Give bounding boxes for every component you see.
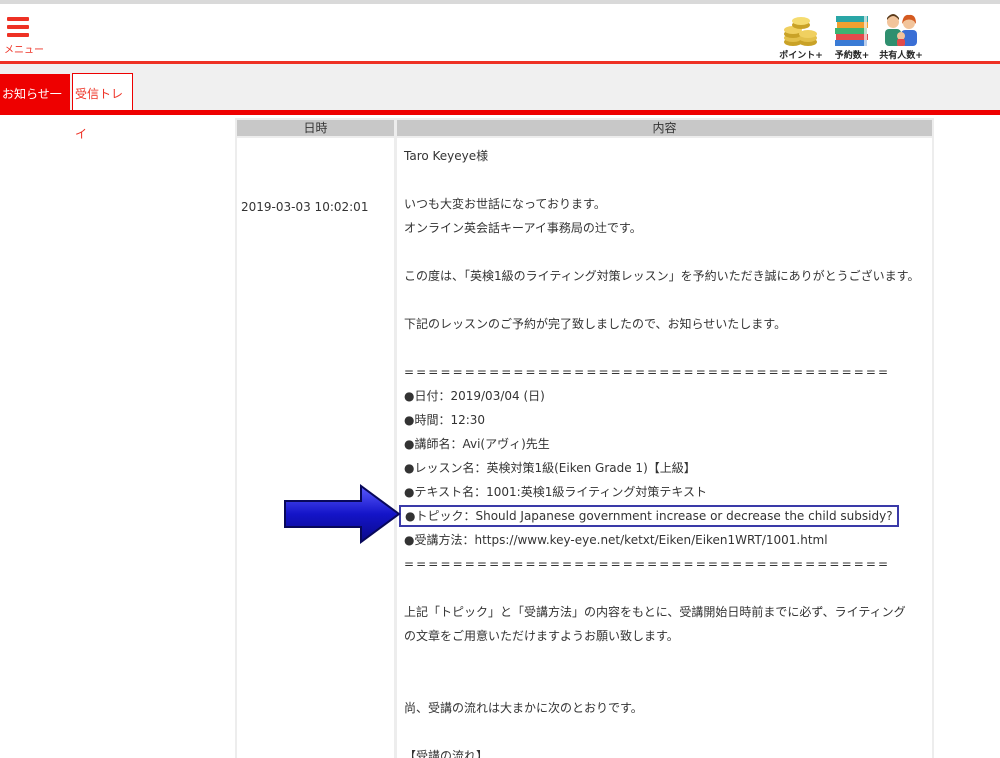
- message-line: オンライン英会話キーアイ事務局の辻です。: [404, 221, 642, 235]
- people-icon: [885, 14, 917, 46]
- message-table: 日時 内容 2019-03-03 10:02:01 Taro Keyeye様 い…: [235, 118, 934, 758]
- arrow-right-icon: [284, 484, 401, 544]
- lesson-method: ●受講方法：https://www.key-eye.net/ketxt/Eike…: [404, 533, 828, 547]
- message-blank: [404, 240, 929, 264]
- tab-bar: お知らせ一覧 受信トレイ: [0, 64, 1000, 141]
- lesson-topic: ●トピック：Should Japanese government increas…: [399, 505, 899, 527]
- lesson-time: ●時間：12:30: [404, 413, 486, 427]
- menu-button[interactable]: メニュー: [4, 14, 46, 58]
- lesson-name: ●レッスン名：英検対策1級(Eiken Grade 1)【上級】: [404, 461, 696, 475]
- lesson-teacher: ●講師名：Avi(アヴィ)先生: [404, 437, 550, 451]
- message-blank: [404, 168, 929, 192]
- tab-notices[interactable]: お知らせ一覧: [0, 74, 70, 141]
- message-line: 尚、受講の流れは大まかに次のとおりです。: [404, 701, 643, 715]
- column-header-date: 日時: [237, 120, 394, 136]
- message-blank: [404, 576, 929, 600]
- date-cell: 2019-03-03 10:02:01: [237, 138, 394, 758]
- message-blank: [404, 336, 929, 360]
- separator-line: ========================================: [404, 557, 891, 571]
- separator-line: ========================================: [404, 365, 891, 379]
- reservations-label: 予約数+: [834, 51, 870, 61]
- content-cell: Taro Keyeye様 いつも大変お世話になっております。 オンライン英会話キ…: [397, 138, 932, 758]
- header-bar: メニュー ポイント+ 予約数+ 共有人数+: [0, 4, 1000, 61]
- lesson-date: ●日付：2019/03/04 (日): [404, 389, 545, 403]
- message-line: 下記のレッスンのご予約が完了致しましたので、お知らせいたします。: [404, 317, 787, 331]
- coins-icon: [784, 17, 817, 46]
- lesson-textbook: ●テキスト名：1001:英検1級ライティング対策テキスト: [404, 485, 708, 499]
- message-line: 【受講の流れ】: [404, 749, 489, 758]
- tab-inbox[interactable]: 受信トレイ: [72, 73, 133, 141]
- shared-users-button[interactable]: 共有人数+: [876, 12, 926, 64]
- menu-label: メニュー: [4, 45, 44, 56]
- column-header-content: 内容: [397, 120, 932, 136]
- message-blank: [404, 720, 929, 744]
- message-body: Taro Keyeye様 いつも大変お世話になっております。 オンライン英会話キ…: [399, 144, 929, 758]
- shared-users-label: 共有人数+: [879, 51, 923, 61]
- reservations-button[interactable]: 予約数+: [830, 12, 874, 64]
- message-line: 上記「トピック」と「受講方法」の内容をもとに、受講開始日時前までに必ず、ライティ…: [404, 605, 906, 619]
- message-blank: [404, 648, 929, 672]
- points-label: ポイント+: [779, 51, 823, 61]
- message-line: の文章をご用意いただけますようお願い致します。: [404, 629, 679, 643]
- tab-divider: [0, 110, 1000, 115]
- hamburger-icon: [7, 17, 29, 37]
- books-icon: [835, 16, 868, 46]
- message-blank: [404, 672, 929, 696]
- message-blank: [404, 288, 929, 312]
- message-line: いつも大変お世話になっております。: [404, 197, 606, 211]
- message-line: Taro Keyeye様: [404, 149, 489, 163]
- points-button[interactable]: ポイント+: [775, 12, 827, 64]
- lesson-topic-row: ●トピック：Should Japanese government increas…: [399, 504, 929, 528]
- message-line: この度は、「英検1級のライティング対策レッスン」を予約いただき誠にありがとうござ…: [404, 269, 920, 283]
- message-date: 2019-03-03 10:02:01: [241, 200, 369, 214]
